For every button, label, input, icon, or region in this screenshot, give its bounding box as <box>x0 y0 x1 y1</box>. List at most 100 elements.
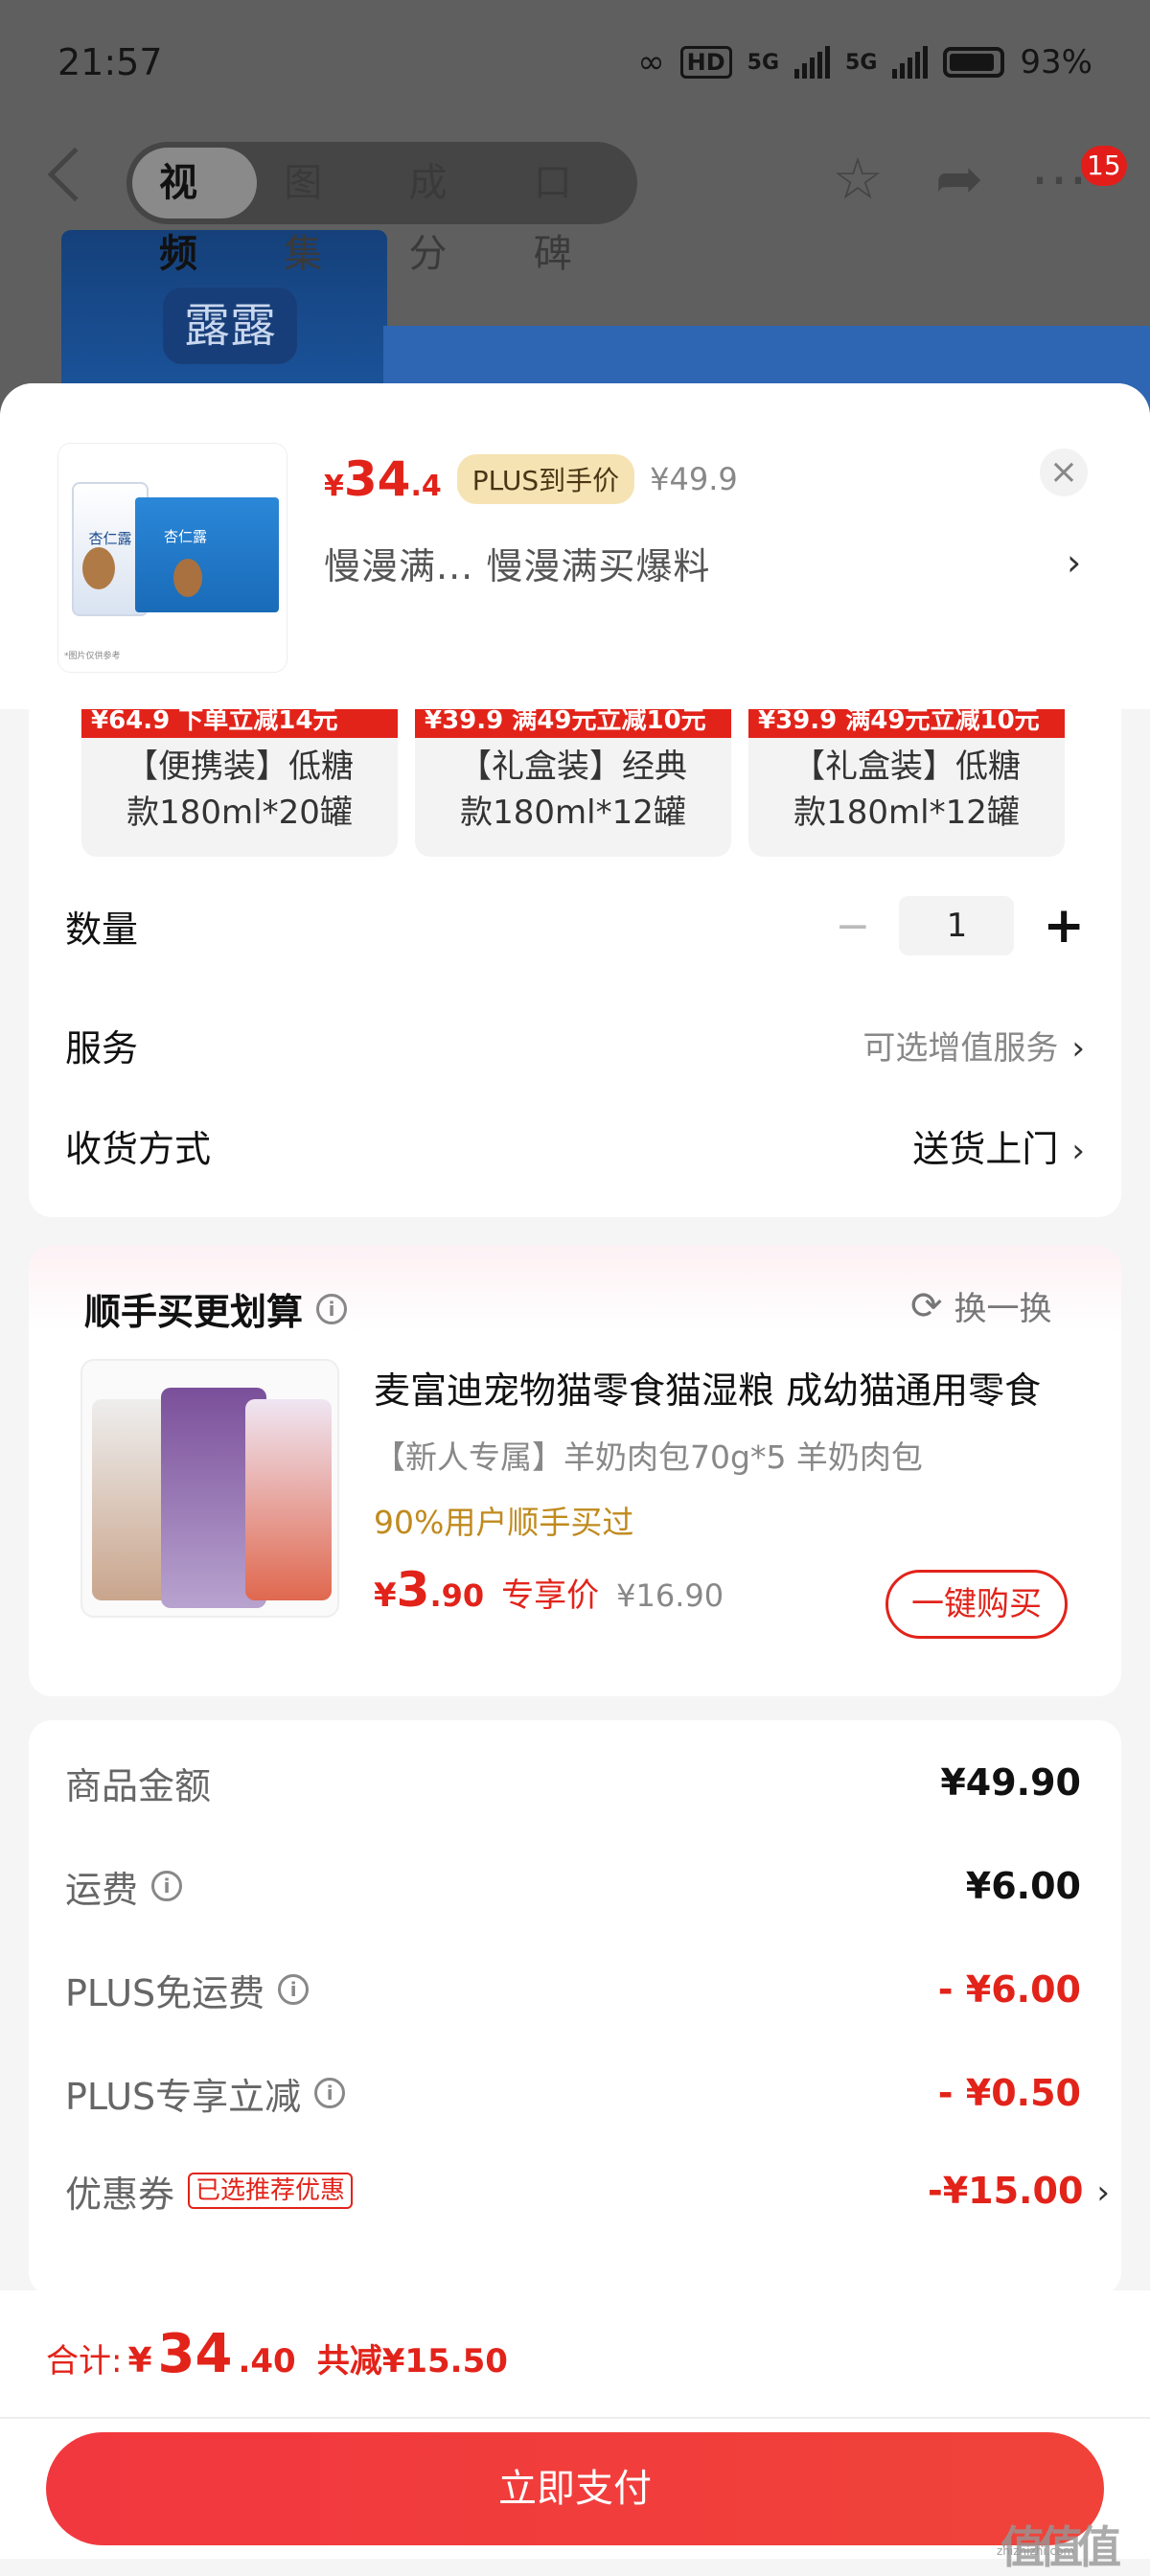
divider <box>0 2417 1150 2419</box>
summary-row: PLUS专享立减 i - ¥0.50 <box>65 2059 1081 2127</box>
upsell-price: ¥3.90 专享价 ¥16.90 <box>374 1562 724 1618</box>
summary-label-group: 运费 i <box>65 1860 183 1913</box>
box-image: 杏仁露 <box>135 497 279 612</box>
plus-button[interactable]: + <box>1043 897 1085 954</box>
summary-row: PLUS免运费 i - ¥6.00 <box>65 1956 1081 2023</box>
chevron-right-icon[interactable]: › <box>1067 541 1081 584</box>
summary-value: ¥49.90 <box>940 1761 1081 1804</box>
pouch-image <box>245 1399 332 1600</box>
close-icon[interactable]: × <box>1040 448 1088 496</box>
upsell-title-text: 顺手买更划算 <box>84 1291 304 1333</box>
tab-ingredients[interactable]: 成分 <box>382 148 507 276</box>
coupon-value-group: -¥15.00 › <box>928 2170 1110 2212</box>
almond-icon <box>173 559 202 597</box>
sku-option[interactable]: ¥39.9 满49元立减10元 【礼盒装】低糖 款180ml*12罐 <box>748 709 1065 857</box>
network-label: 5G <box>747 50 780 75</box>
service-value-group: 可选增值服务 › <box>862 1022 1085 1069</box>
refresh-label: 换一换 <box>954 1290 1052 1328</box>
sku-price-strip: ¥39.9 满49元立减10元 <box>748 709 1065 738</box>
upsell-product-image[interactable] <box>80 1359 339 1618</box>
sku-name: 【礼盒装】经典 款180ml*12罐 <box>415 738 731 836</box>
signal-icon-2 <box>892 46 929 79</box>
battery-level: 93% <box>1020 43 1092 81</box>
tab-reviews[interactable]: 口碑 <box>507 148 632 276</box>
exclusive-price-label: 专享价 <box>501 1576 600 1615</box>
info-icon[interactable]: i <box>278 1974 310 2005</box>
original-price: ¥49.9 <box>650 461 738 497</box>
sku-name: 【礼盒装】低糖 款180ml*12罐 <box>748 738 1065 836</box>
pay-now-button[interactable]: 立即支付 <box>46 2432 1104 2545</box>
share-icon[interactable]: ➦ <box>926 146 993 213</box>
product-header: 杏仁露 杏仁露 *图片仅供参考 ¥34.4 PLUS到手价 ¥49.9 × 慢漫… <box>0 383 1150 709</box>
price-row: ¥34.4 PLUS到手价 ¥49.9 <box>324 450 738 508</box>
status-icons: ∞ HD 5G 5G 93% <box>637 43 1092 81</box>
summary-row: 运费 i ¥6.00 <box>65 1852 1081 1920</box>
sku-name-line1: 【礼盒装】低糖 <box>793 748 1021 786</box>
sku-name-line2: 款180ml*20罐 <box>126 794 353 832</box>
coupon-row[interactable]: 优惠券 已选推荐优惠 -¥15.00 › <box>65 2157 1110 2224</box>
quantity-stepper: − 1 + <box>836 896 1085 955</box>
minus-button[interactable]: − <box>836 902 871 951</box>
checkout-footer: 合计: ¥ 34 .40 共减¥15.50 立即支付 <box>0 2290 1150 2559</box>
sku-option[interactable]: ¥39.9 满49元立减10元 【礼盒装】经典 款180ml*12罐 <box>415 709 731 857</box>
quantity-label: 数量 <box>65 908 139 951</box>
network-label-2: 5G <box>845 50 878 75</box>
price-decimal: .90 <box>429 1577 485 1614</box>
summary-card: 商品金额 ¥49.90 运费 i ¥6.00 PLUS免运费 i - ¥6.00 P… <box>29 1720 1121 2295</box>
summary-label-group: PLUS专享立减 i <box>65 2067 346 2120</box>
coupon-tag: 已选推荐优惠 <box>188 2173 354 2209</box>
info-icon[interactable]: i <box>314 2078 346 2108</box>
media-tabs: 视频 图集 成分 口碑 <box>126 142 637 276</box>
almond-icon <box>82 547 115 589</box>
watermark-site: zhizhizhi.com <box>997 2544 1075 2558</box>
summary-label: PLUS专享立减 <box>65 2075 302 2118</box>
upsell-price-value: ¥3.90 <box>374 1562 484 1618</box>
upsell-product-spec: 【新人专属】羊奶肉包70g*5 羊奶肉包 <box>374 1438 923 1476</box>
sku-name-line2: 款180ml*12罐 <box>794 794 1020 832</box>
sku-name-line2: 款180ml*12罐 <box>460 794 686 832</box>
delivery-value: 送货上门 <box>912 1127 1059 1170</box>
quantity-row: 数量 − 1 + <box>65 887 1085 964</box>
currency: ¥ <box>127 2341 152 2380</box>
refresh-button[interactable]: ⟳ 换一换 <box>910 1282 1052 1329</box>
tab-gallery[interactable]: 图集 <box>257 148 381 276</box>
currency: ¥ <box>324 470 344 503</box>
link-icon: ∞ <box>637 43 665 81</box>
upsell-product-name[interactable]: 麦富迪宠物猫零食猫湿粮 成幼猫通用零食 <box>374 1361 1092 1414</box>
service-label: 服务 <box>65 1026 139 1070</box>
sku-option[interactable]: ¥64.9 下单立减14元 【便携装】低糖 款180ml*20罐 <box>81 709 398 857</box>
plus-price-tag: PLUS到手价 <box>456 454 635 504</box>
image-caption: *图片仅供参考 <box>64 652 121 661</box>
summary-row: 商品金额 ¥49.90 <box>65 1749 1081 1816</box>
sku-options: ¥64.9 下单立减14元 【便携装】低糖 款180ml*20罐 ¥39.9 满4… <box>29 709 1121 1025</box>
service-row[interactable]: 服务 可选增值服务 › <box>65 1006 1085 1083</box>
tab-video[interactable]: 视频 <box>132 148 258 276</box>
star-icon[interactable]: ☆ <box>824 146 891 213</box>
sku-sheet: 杏仁露 杏仁露 *图片仅供参考 ¥34.4 PLUS到手价 ¥49.9 × 慢漫… <box>0 383 1150 2559</box>
service-value: 可选增值服务 <box>862 1028 1059 1068</box>
promo-text[interactable]: 慢漫满... 慢漫满买爆料 <box>324 537 710 589</box>
sku-name-line1: 【礼盒装】经典 <box>459 748 687 786</box>
quantity-field[interactable]: 1 <box>899 896 1015 955</box>
signal-icon <box>794 46 831 79</box>
status-time: 21:57 <box>58 41 163 83</box>
summary-label: 运费 <box>65 1868 139 1911</box>
summary-discount: -¥15.00 <box>927 2170 1084 2212</box>
summary-label: PLUS免运费 <box>65 1971 265 2014</box>
brand-logo: 露露 <box>163 288 297 364</box>
summary-label-group: PLUS免运费 i <box>65 1964 310 2016</box>
total-saved: 共减¥15.50 <box>316 2342 508 2380</box>
one-click-buy-button[interactable]: 一键购买 <box>886 1570 1068 1639</box>
box-brand: 杏仁露 <box>164 528 208 545</box>
info-icon[interactable]: i <box>151 1871 183 1901</box>
delivery-value-group: 送货上门 › <box>912 1119 1085 1172</box>
chevron-right-icon: › <box>1096 2174 1110 2212</box>
delivery-row[interactable]: 收货方式 送货上门 › <box>65 1107 1085 1184</box>
summary-value: ¥6.00 <box>965 1865 1081 1907</box>
order-total: 合计: ¥ 34 .40 共减¥15.50 <box>46 2323 508 2385</box>
info-icon[interactable]: i <box>316 1293 348 1324</box>
chevron-right-icon: › <box>1071 1131 1085 1170</box>
back-icon[interactable] <box>47 147 103 202</box>
current-price: ¥34.4 <box>324 451 442 507</box>
chevron-right-icon: › <box>1071 1028 1085 1068</box>
